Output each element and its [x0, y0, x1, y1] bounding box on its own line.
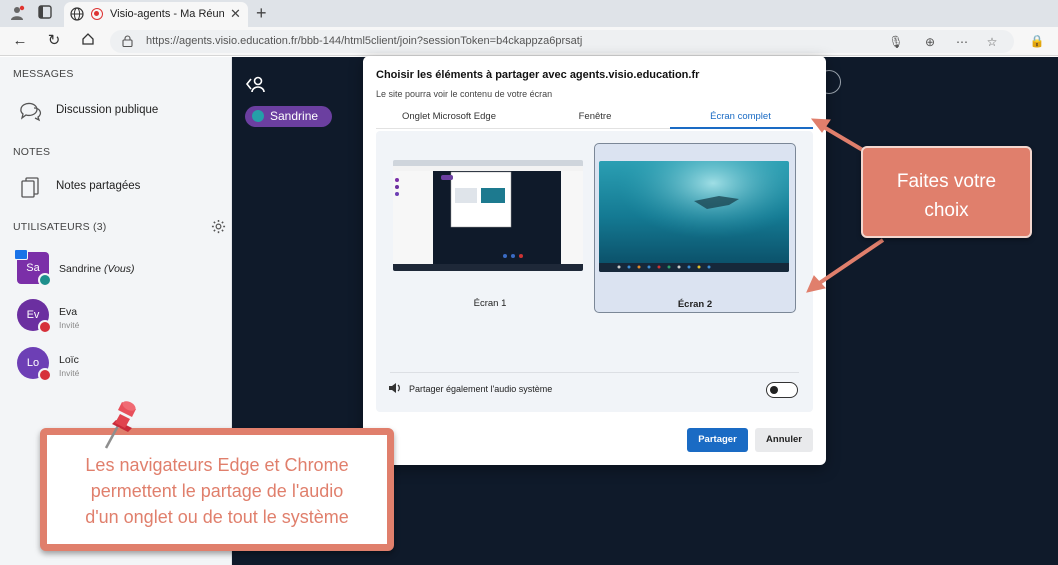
- pushpin-icon: [104, 401, 136, 449]
- microphone-icon: [252, 110, 264, 122]
- microphone-icon[interactable]: 🎙: [888, 34, 904, 50]
- globe-icon: [70, 7, 84, 21]
- url-field[interactable]: https://agents.visio.education.fr/bbb-14…: [110, 30, 1014, 53]
- tab-edge-tab[interactable]: Onglet Microsoft Edge: [376, 111, 522, 122]
- screen-share-icon: [14, 249, 28, 260]
- choose-callout-line1: Faites votre: [896, 171, 997, 192]
- messages-heading: MESSAGES: [13, 68, 74, 80]
- recording-icon: [91, 8, 103, 20]
- choose-callout: Faites votre choix: [861, 146, 1032, 238]
- tab-full-screen[interactable]: Écran complet: [668, 111, 813, 122]
- more-options-icon[interactable]: ⋯: [954, 34, 970, 50]
- toggle-user-list-icon[interactable]: [245, 73, 267, 95]
- divider: [390, 372, 799, 373]
- screen-1-label: Écran 1: [473, 298, 507, 309]
- lock-icon[interactable]: [122, 35, 133, 47]
- settings-gear-icon[interactable]: [211, 219, 226, 234]
- screen-option-1[interactable]: Écran 1: [389, 143, 591, 313]
- tab-window[interactable]: Fenêtre: [522, 111, 668, 122]
- public-chat-item[interactable]: Discussion publique: [18, 97, 198, 125]
- system-audio-toggle[interactable]: [766, 382, 798, 398]
- tab-actions-icon[interactable]: [36, 5, 54, 21]
- choose-callout-line2: choix: [924, 200, 969, 221]
- zoom-icon[interactable]: ⊕: [922, 34, 938, 50]
- public-chat-label: Discussion publique: [56, 104, 159, 116]
- user-row-loic[interactable]: Lo Loïc Invité: [17, 347, 217, 383]
- notes-icon: [21, 177, 39, 198]
- address-bar: ← ↻ https://agents.visio.education.fr/bb…: [0, 27, 1058, 56]
- user-name: Sandrine (Vous): [59, 263, 135, 275]
- user-role: Invité: [59, 368, 80, 378]
- user-name: Eva: [59, 306, 78, 318]
- speaker-icon: [389, 383, 400, 393]
- browser-tab-bar: Visio-agents - Ma Réunion - ✕ +: [0, 0, 1058, 27]
- presenter-talking-indicator: Sandrine: [245, 106, 332, 127]
- browser-tab-active[interactable]: Visio-agents - Ma Réunion - ✕: [64, 2, 248, 27]
- share-button[interactable]: Partager: [687, 428, 748, 452]
- back-icon[interactable]: ←: [11, 32, 29, 50]
- user-role: Invité: [59, 320, 80, 330]
- home-icon[interactable]: [79, 32, 97, 50]
- dialog-title: Choisir les éléments à partager avec age…: [376, 69, 700, 81]
- shared-notes-label: Notes partagées: [56, 180, 141, 192]
- shared-notes-item[interactable]: Notes partagées: [18, 173, 198, 201]
- dialog-subtitle: Le site pourra voir le contenu de votre …: [376, 89, 553, 99]
- presenter-name: Sandrine: [270, 109, 319, 123]
- screen-option-2[interactable]: Écran 2: [594, 143, 796, 313]
- new-tab-icon[interactable]: +: [256, 3, 267, 24]
- screen-2-thumbnail: [599, 161, 789, 272]
- active-tab-indicator: [670, 127, 813, 129]
- notes-heading: NOTES: [13, 146, 51, 158]
- screen-1-thumbnail: [393, 160, 583, 271]
- muted-mic-icon: [38, 320, 52, 334]
- muted-mic-icon: [38, 368, 52, 382]
- url-text: https://agents.visio.education.fr/bbb-14…: [146, 35, 583, 47]
- profile-icon[interactable]: [8, 5, 26, 21]
- close-tab-icon[interactable]: ✕: [230, 6, 241, 22]
- user-row-sandrine[interactable]: Sa Sandrine (Vous): [14, 249, 217, 288]
- extension-icon[interactable]: 🔒: [1028, 32, 1046, 50]
- audio-note-line1: Les navigateurs Edge et Chrome: [85, 455, 349, 475]
- audio-note-callout: Les navigateurs Edge et Chrome permetten…: [40, 428, 394, 551]
- chat-icon: [20, 102, 42, 122]
- refresh-icon[interactable]: ↻: [45, 32, 63, 50]
- audio-note-line2: permettent le partage de l'audio: [90, 481, 344, 501]
- screen-2-label: Écran 2: [677, 299, 713, 310]
- share-screen-dialog: Choisir les éléments à partager avec age…: [363, 56, 826, 465]
- share-system-audio-label: Partager également l'audio système: [409, 384, 553, 394]
- screen-picker: Écran 1 Écran 2 Partager également l'aud…: [376, 131, 813, 412]
- users-heading: UTILISATEURS (3): [13, 221, 107, 233]
- tab-title: Visio-agents - Ma Réunion -: [110, 8, 224, 20]
- audio-note-line3: d'un onglet ou de tout le système: [85, 507, 349, 527]
- you-label: (Vous): [103, 263, 135, 275]
- share-source-tabs: Onglet Microsoft Edge Fenêtre Écran comp…: [376, 107, 813, 129]
- favorite-star-icon[interactable]: ☆: [984, 34, 1000, 50]
- user-row-eva[interactable]: Ev Eva Invité: [17, 299, 217, 335]
- cancel-button[interactable]: Annuler: [755, 428, 813, 452]
- microphone-badge-icon: [38, 273, 52, 287]
- user-name: Loïc: [59, 354, 79, 366]
